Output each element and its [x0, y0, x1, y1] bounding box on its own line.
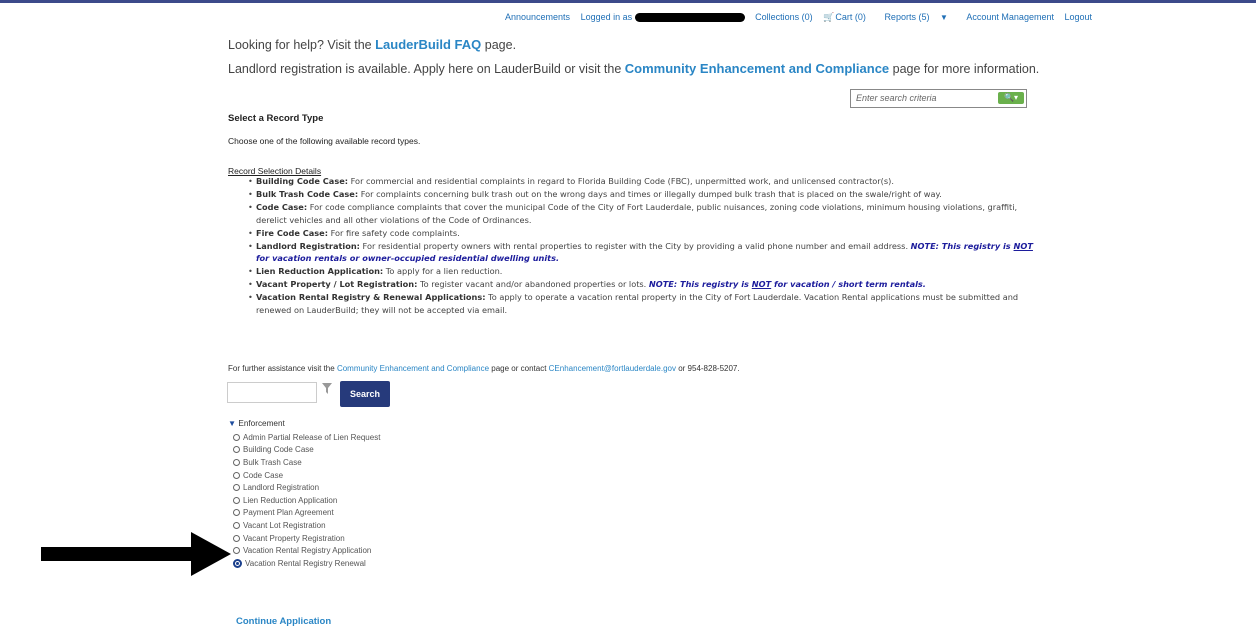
instructions-text: Choose one of the following available re… — [228, 136, 421, 146]
radio-label: Landlord Registration — [243, 483, 320, 493]
radio-label: Building Code Case — [243, 445, 314, 455]
assistance-text: For further assistance visit the Communi… — [228, 364, 740, 373]
landlord-text: Landlord registration is available. Appl… — [228, 62, 622, 76]
help-line-landlord: Landlord registration is available. Appl… — [228, 61, 1039, 76]
community-enhancement-link[interactable]: Community Enhancement and Compliance — [625, 61, 889, 76]
continue-application-button[interactable]: Continue Application — [236, 616, 331, 627]
assist-pre: For further assistance visit the — [228, 364, 335, 373]
cart-label: Cart (0) — [835, 12, 866, 22]
radio-button[interactable] — [233, 458, 240, 466]
filter-icon[interactable] — [322, 383, 332, 394]
logout-link[interactable]: Logout — [1064, 12, 1092, 22]
search-button[interactable]: Search — [340, 381, 390, 407]
radio-label: Payment Plan Agreement — [243, 508, 334, 518]
radio-button[interactable] — [233, 471, 240, 479]
cart-icon: 🛒 — [823, 12, 835, 22]
radio-code-case[interactable]: Code Case — [233, 469, 380, 482]
assist-email-link[interactable]: CEnhancement@fortlauderdale.gov — [549, 364, 676, 373]
radio-button-selected[interactable] — [233, 558, 242, 568]
radio-label: Vacation Rental Registry Renewal — [245, 558, 366, 568]
collections-link[interactable]: Collections (0) — [755, 12, 813, 22]
radio-vacant-property[interactable]: Vacant Property Registration — [233, 532, 380, 545]
detail-building-code: Building Code Case: For commercial and r… — [248, 175, 1038, 188]
record-type-radio-list: Admin Partial Release of Lien Request Bu… — [233, 431, 380, 570]
cart-link[interactable]: 🛒Cart (0) — [823, 12, 876, 22]
detail-fire-code: Fire Code Case: For fire safety code com… — [248, 227, 1038, 240]
radio-button[interactable] — [233, 547, 240, 555]
chevron-down-icon: ▼ — [939, 13, 948, 22]
landlord-text-end: page for more information. — [892, 62, 1040, 76]
radio-landlord-registration[interactable]: Landlord Registration — [233, 481, 380, 494]
radio-label: Vacation Rental Registry Application — [243, 546, 372, 556]
global-search-input[interactable]: Enter search criteria 🔍▾ — [850, 89, 1027, 108]
reports-label: Reports (5) — [884, 12, 930, 22]
radio-label: Vacant Property Registration — [243, 533, 345, 543]
top-navigation: Announcements Logged in as Collections (… — [505, 12, 1100, 23]
detail-code-case: Code Case: For code compliance complaint… — [248, 201, 1038, 226]
radio-button[interactable] — [233, 496, 240, 504]
radio-vacation-rental-application[interactable]: Vacation Rental Registry Application — [233, 544, 380, 557]
record-details-list: Building Code Case: For commercial and r… — [240, 175, 1038, 317]
radio-button[interactable] — [233, 433, 240, 441]
radio-button[interactable] — [233, 521, 240, 529]
assist-community-link[interactable]: Community Enhancement and Compliance — [337, 364, 489, 373]
assist-mid: page or contact — [491, 364, 547, 373]
logged-in-label: Logged in as — [580, 12, 633, 22]
help-line-faq: Looking for help? Visit the LauderBuild … — [228, 37, 516, 52]
reports-link[interactable]: Reports (5) ▼ — [884, 12, 958, 22]
radio-button[interactable] — [233, 446, 240, 454]
detail-vacation-rental: Vacation Rental Registry & Renewal Appli… — [248, 291, 1038, 316]
radio-label: Lien Reduction Application — [243, 495, 338, 505]
radio-button[interactable] — [233, 534, 240, 542]
detail-vacant-property: Vacant Property / Lot Registration: To r… — [248, 278, 1038, 291]
radio-payment-plan[interactable]: Payment Plan Agreement — [233, 507, 380, 520]
radio-label: Vacant Lot Registration — [243, 520, 326, 530]
assist-post: or 954-828-5207. — [678, 364, 740, 373]
radio-lien-reduction[interactable]: Lien Reduction Application — [233, 494, 380, 507]
announcements-link[interactable]: Announcements — [505, 12, 570, 22]
account-management-link[interactable]: Account Management — [966, 12, 1054, 22]
faq-link[interactable]: LauderBuild FAQ — [375, 37, 481, 52]
radio-building-code-case[interactable]: Building Code Case — [233, 444, 380, 457]
detail-bulk-trash: Bulk Trash Code Case: For complaints con… — [248, 188, 1038, 201]
arrow-right-icon — [41, 532, 231, 576]
help-text: Looking for help? Visit the — [228, 38, 372, 52]
search-icon[interactable]: 🔍▾ — [998, 92, 1024, 104]
help-text-end: page. — [484, 38, 517, 52]
detail-landlord: Landlord Registration: For residential p… — [248, 240, 1038, 265]
search-placeholder: Enter search criteria — [856, 93, 937, 103]
radio-bulk-trash-case[interactable]: Bulk Trash Case — [233, 456, 380, 469]
enforcement-label[interactable]: Enforcement — [238, 419, 284, 428]
radio-label: Bulk Trash Case — [243, 457, 302, 467]
radio-label: Admin Partial Release of Lien Request — [243, 432, 381, 442]
radio-button[interactable] — [233, 509, 240, 517]
radio-admin-partial-release[interactable]: Admin Partial Release of Lien Request — [233, 431, 380, 444]
page-title: Select a Record Type — [228, 113, 324, 124]
radio-button[interactable] — [233, 484, 240, 492]
radio-vacant-lot[interactable]: Vacant Lot Registration — [233, 519, 380, 532]
detail-lien-reduction: Lien Reduction Application: To apply for… — [248, 265, 1038, 278]
enforcement-group[interactable]: ▼ Enforcement — [228, 419, 285, 428]
vacant-note: NOTE: This registry is NOT for vacation … — [648, 279, 926, 289]
radio-label: Code Case — [243, 470, 284, 480]
triangle-down-icon[interactable]: ▼ — [228, 419, 236, 428]
record-type-search-input[interactable] — [227, 382, 317, 403]
radio-vacation-rental-renewal[interactable]: Vacation Rental Registry Renewal — [233, 557, 380, 570]
redacted-username — [634, 13, 745, 23]
top-border — [0, 0, 1256, 3]
